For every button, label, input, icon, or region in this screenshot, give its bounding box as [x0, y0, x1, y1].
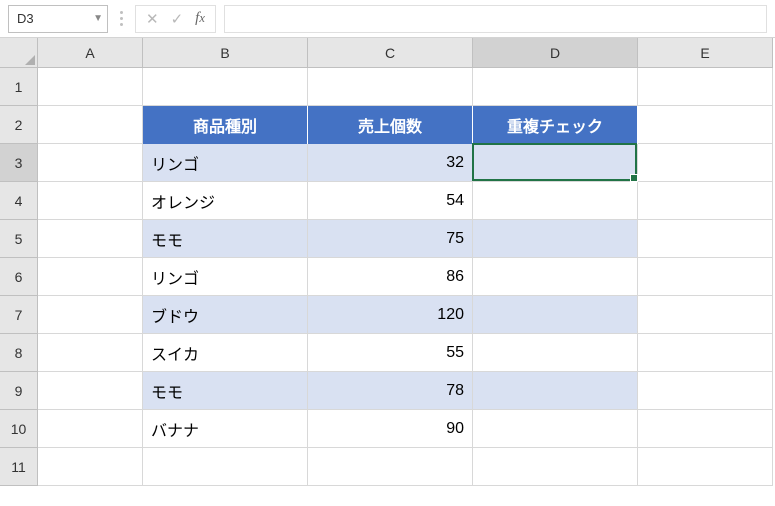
row-headers: 1234567891011: [0, 68, 38, 486]
cell-B1[interactable]: [143, 68, 308, 106]
spreadsheet-grid: ABCDE 1234567891011 商品種別売上個数重複チェックリンゴ32オ…: [0, 38, 775, 506]
row-header-11[interactable]: 11: [0, 448, 38, 486]
cell-B8[interactable]: スイカ: [143, 334, 308, 372]
name-box-dropdown-icon[interactable]: ▼: [93, 13, 103, 24]
cell-D4[interactable]: [473, 182, 638, 220]
cell-B9[interactable]: モモ: [143, 372, 308, 410]
cell-A4[interactable]: [38, 182, 143, 220]
cell-E7[interactable]: [638, 296, 773, 334]
enter-icon: ✓: [171, 10, 184, 28]
cancel-icon: ✕: [146, 10, 159, 28]
cell-C1[interactable]: [308, 68, 473, 106]
formula-input[interactable]: [224, 5, 767, 33]
cell-E10[interactable]: [638, 410, 773, 448]
cell-A1[interactable]: [38, 68, 143, 106]
formula-bar-drag-handle-icon: [116, 11, 127, 26]
cell-A2[interactable]: [38, 106, 143, 144]
select-all-corner[interactable]: [0, 38, 38, 68]
row-10: バナナ90: [38, 410, 773, 448]
row-11: [38, 448, 773, 486]
cell-E3[interactable]: [638, 144, 773, 182]
cell-A9[interactable]: [38, 372, 143, 410]
cell-D9[interactable]: [473, 372, 638, 410]
cell-E9[interactable]: [638, 372, 773, 410]
name-box-value: D3: [17, 11, 34, 26]
cell-B2[interactable]: 商品種別: [143, 106, 308, 144]
col-header-E[interactable]: E: [638, 38, 773, 68]
cell-C8[interactable]: 55: [308, 334, 473, 372]
cell-C2[interactable]: 売上個数: [308, 106, 473, 144]
cell-A7[interactable]: [38, 296, 143, 334]
row-header-5[interactable]: 5: [0, 220, 38, 258]
row-header-8[interactable]: 8: [0, 334, 38, 372]
row-header-2[interactable]: 2: [0, 106, 38, 144]
cell-C4[interactable]: 54: [308, 182, 473, 220]
row-8: スイカ55: [38, 334, 773, 372]
cell-D11[interactable]: [473, 448, 638, 486]
cell-C6[interactable]: 86: [308, 258, 473, 296]
cell-E4[interactable]: [638, 182, 773, 220]
cell-C3[interactable]: 32: [308, 144, 473, 182]
cell-E8[interactable]: [638, 334, 773, 372]
row-header-4[interactable]: 4: [0, 182, 38, 220]
col-header-D[interactable]: D: [473, 38, 638, 68]
cell-C7[interactable]: 120: [308, 296, 473, 334]
row-4: オレンジ54: [38, 182, 773, 220]
cell-D3[interactable]: [473, 144, 638, 182]
cell-B6[interactable]: リンゴ: [143, 258, 308, 296]
cell-B7[interactable]: ブドウ: [143, 296, 308, 334]
cell-E5[interactable]: [638, 220, 773, 258]
cell-A5[interactable]: [38, 220, 143, 258]
cell-A3[interactable]: [38, 144, 143, 182]
cell-C10[interactable]: 90: [308, 410, 473, 448]
formula-bar-buttons: ✕ ✓ fx: [135, 5, 216, 33]
cell-D1[interactable]: [473, 68, 638, 106]
col-header-B[interactable]: B: [143, 38, 308, 68]
fx-icon[interactable]: fx: [195, 10, 205, 27]
formula-bar: D3 ▼ ✕ ✓ fx: [0, 0, 775, 38]
row-5: モモ75: [38, 220, 773, 258]
row-header-7[interactable]: 7: [0, 296, 38, 334]
cell-D10[interactable]: [473, 410, 638, 448]
cell-C11[interactable]: [308, 448, 473, 486]
row-header-3[interactable]: 3: [0, 144, 38, 182]
row-3: リンゴ32: [38, 144, 773, 182]
cell-B4[interactable]: オレンジ: [143, 182, 308, 220]
cell-E2[interactable]: [638, 106, 773, 144]
cell-D5[interactable]: [473, 220, 638, 258]
cell-A6[interactable]: [38, 258, 143, 296]
row-1: [38, 68, 773, 106]
col-header-C[interactable]: C: [308, 38, 473, 68]
cell-D6[interactable]: [473, 258, 638, 296]
row-header-9[interactable]: 9: [0, 372, 38, 410]
row-7: ブドウ120: [38, 296, 773, 334]
cell-A8[interactable]: [38, 334, 143, 372]
cell-E11[interactable]: [638, 448, 773, 486]
cell-C5[interactable]: 75: [308, 220, 473, 258]
col-header-A[interactable]: A: [38, 38, 143, 68]
name-box[interactable]: D3 ▼: [8, 5, 108, 33]
cell-D7[interactable]: [473, 296, 638, 334]
cell-D2[interactable]: 重複チェック: [473, 106, 638, 144]
cell-B5[interactable]: モモ: [143, 220, 308, 258]
cell-C9[interactable]: 78: [308, 372, 473, 410]
cell-A10[interactable]: [38, 410, 143, 448]
cells-area[interactable]: 商品種別売上個数重複チェックリンゴ32オレンジ54モモ75リンゴ86ブドウ120…: [38, 68, 773, 486]
row-header-1[interactable]: 1: [0, 68, 38, 106]
column-headers: ABCDE: [38, 38, 773, 68]
cell-B3[interactable]: リンゴ: [143, 144, 308, 182]
cell-E1[interactable]: [638, 68, 773, 106]
cell-B11[interactable]: [143, 448, 308, 486]
row-2: 商品種別売上個数重複チェック: [38, 106, 773, 144]
row-6: リンゴ86: [38, 258, 773, 296]
cell-E6[interactable]: [638, 258, 773, 296]
cell-D8[interactable]: [473, 334, 638, 372]
row-header-6[interactable]: 6: [0, 258, 38, 296]
cell-A11[interactable]: [38, 448, 143, 486]
cell-B10[interactable]: バナナ: [143, 410, 308, 448]
row-header-10[interactable]: 10: [0, 410, 38, 448]
row-9: モモ78: [38, 372, 773, 410]
